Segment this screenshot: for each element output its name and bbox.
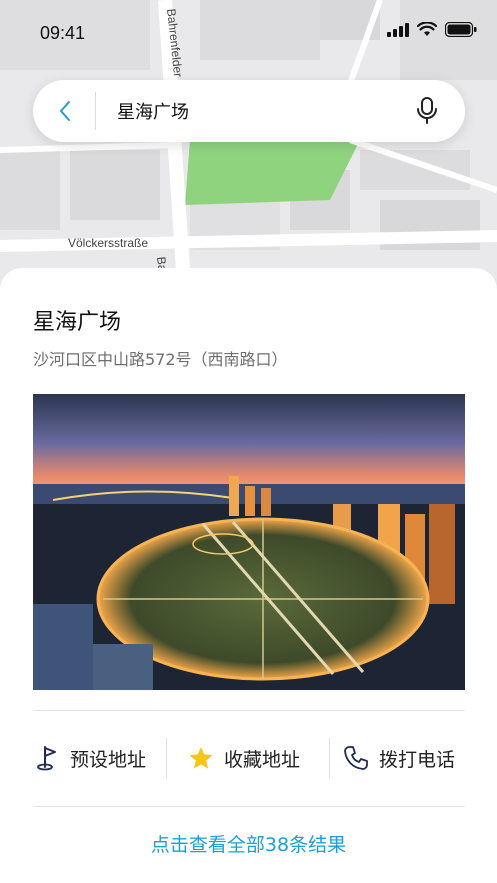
- call-phone-label: 拨打电话: [379, 748, 456, 771]
- favorite-address-label: 收藏地址: [224, 748, 301, 771]
- status-bar: 09:41: [0, 0, 497, 60]
- place-title: 星海广场: [33, 310, 122, 335]
- divider-bottom: [33, 806, 465, 807]
- status-time: 09:41: [40, 23, 86, 43]
- preset-address-label: 预设地址: [70, 748, 147, 771]
- preset-address-button[interactable]: 预设地址: [36, 734, 146, 782]
- call-phone-button[interactable]: 拨打电话: [343, 734, 455, 782]
- battery-icon: [445, 22, 477, 37]
- voice-search-button[interactable]: [411, 95, 443, 127]
- action-bar: 预设地址 收藏地址 拨打电话: [0, 734, 497, 782]
- action-separator-2: [329, 738, 330, 778]
- place-photo[interactable]: [33, 394, 465, 690]
- search-input[interactable]: 星海广场: [117, 98, 189, 124]
- wifi-icon: [417, 22, 437, 36]
- microphone-icon: [417, 97, 437, 124]
- phone-icon: [344, 746, 368, 770]
- flag-icon: [37, 746, 56, 771]
- star-icon: [189, 747, 213, 769]
- divider-top: [33, 710, 465, 711]
- view-all-results-link[interactable]: 点击查看全部38条结果: [0, 830, 497, 857]
- status-icons: [387, 22, 477, 37]
- action-separator-1: [166, 738, 167, 778]
- street-label-voelckersstrasse: Völckersstraße: [68, 236, 149, 250]
- place-address: 沙河口区中山路572号（西南路口）: [33, 350, 288, 369]
- chevron-left-icon: [60, 101, 70, 121]
- place-photo-image: [33, 394, 465, 690]
- back-button[interactable]: [47, 93, 83, 129]
- search-divider: [95, 92, 96, 130]
- place-card: 星海广场 沙河口区中山路572号（西南路口） 预设地址 收藏地址 拨打电话 点击…: [0, 268, 497, 883]
- favorite-address-button[interactable]: 收藏地址: [188, 734, 300, 782]
- cellular-signal-icon: [387, 22, 409, 37]
- search-bar[interactable]: 星海广场: [33, 80, 465, 142]
